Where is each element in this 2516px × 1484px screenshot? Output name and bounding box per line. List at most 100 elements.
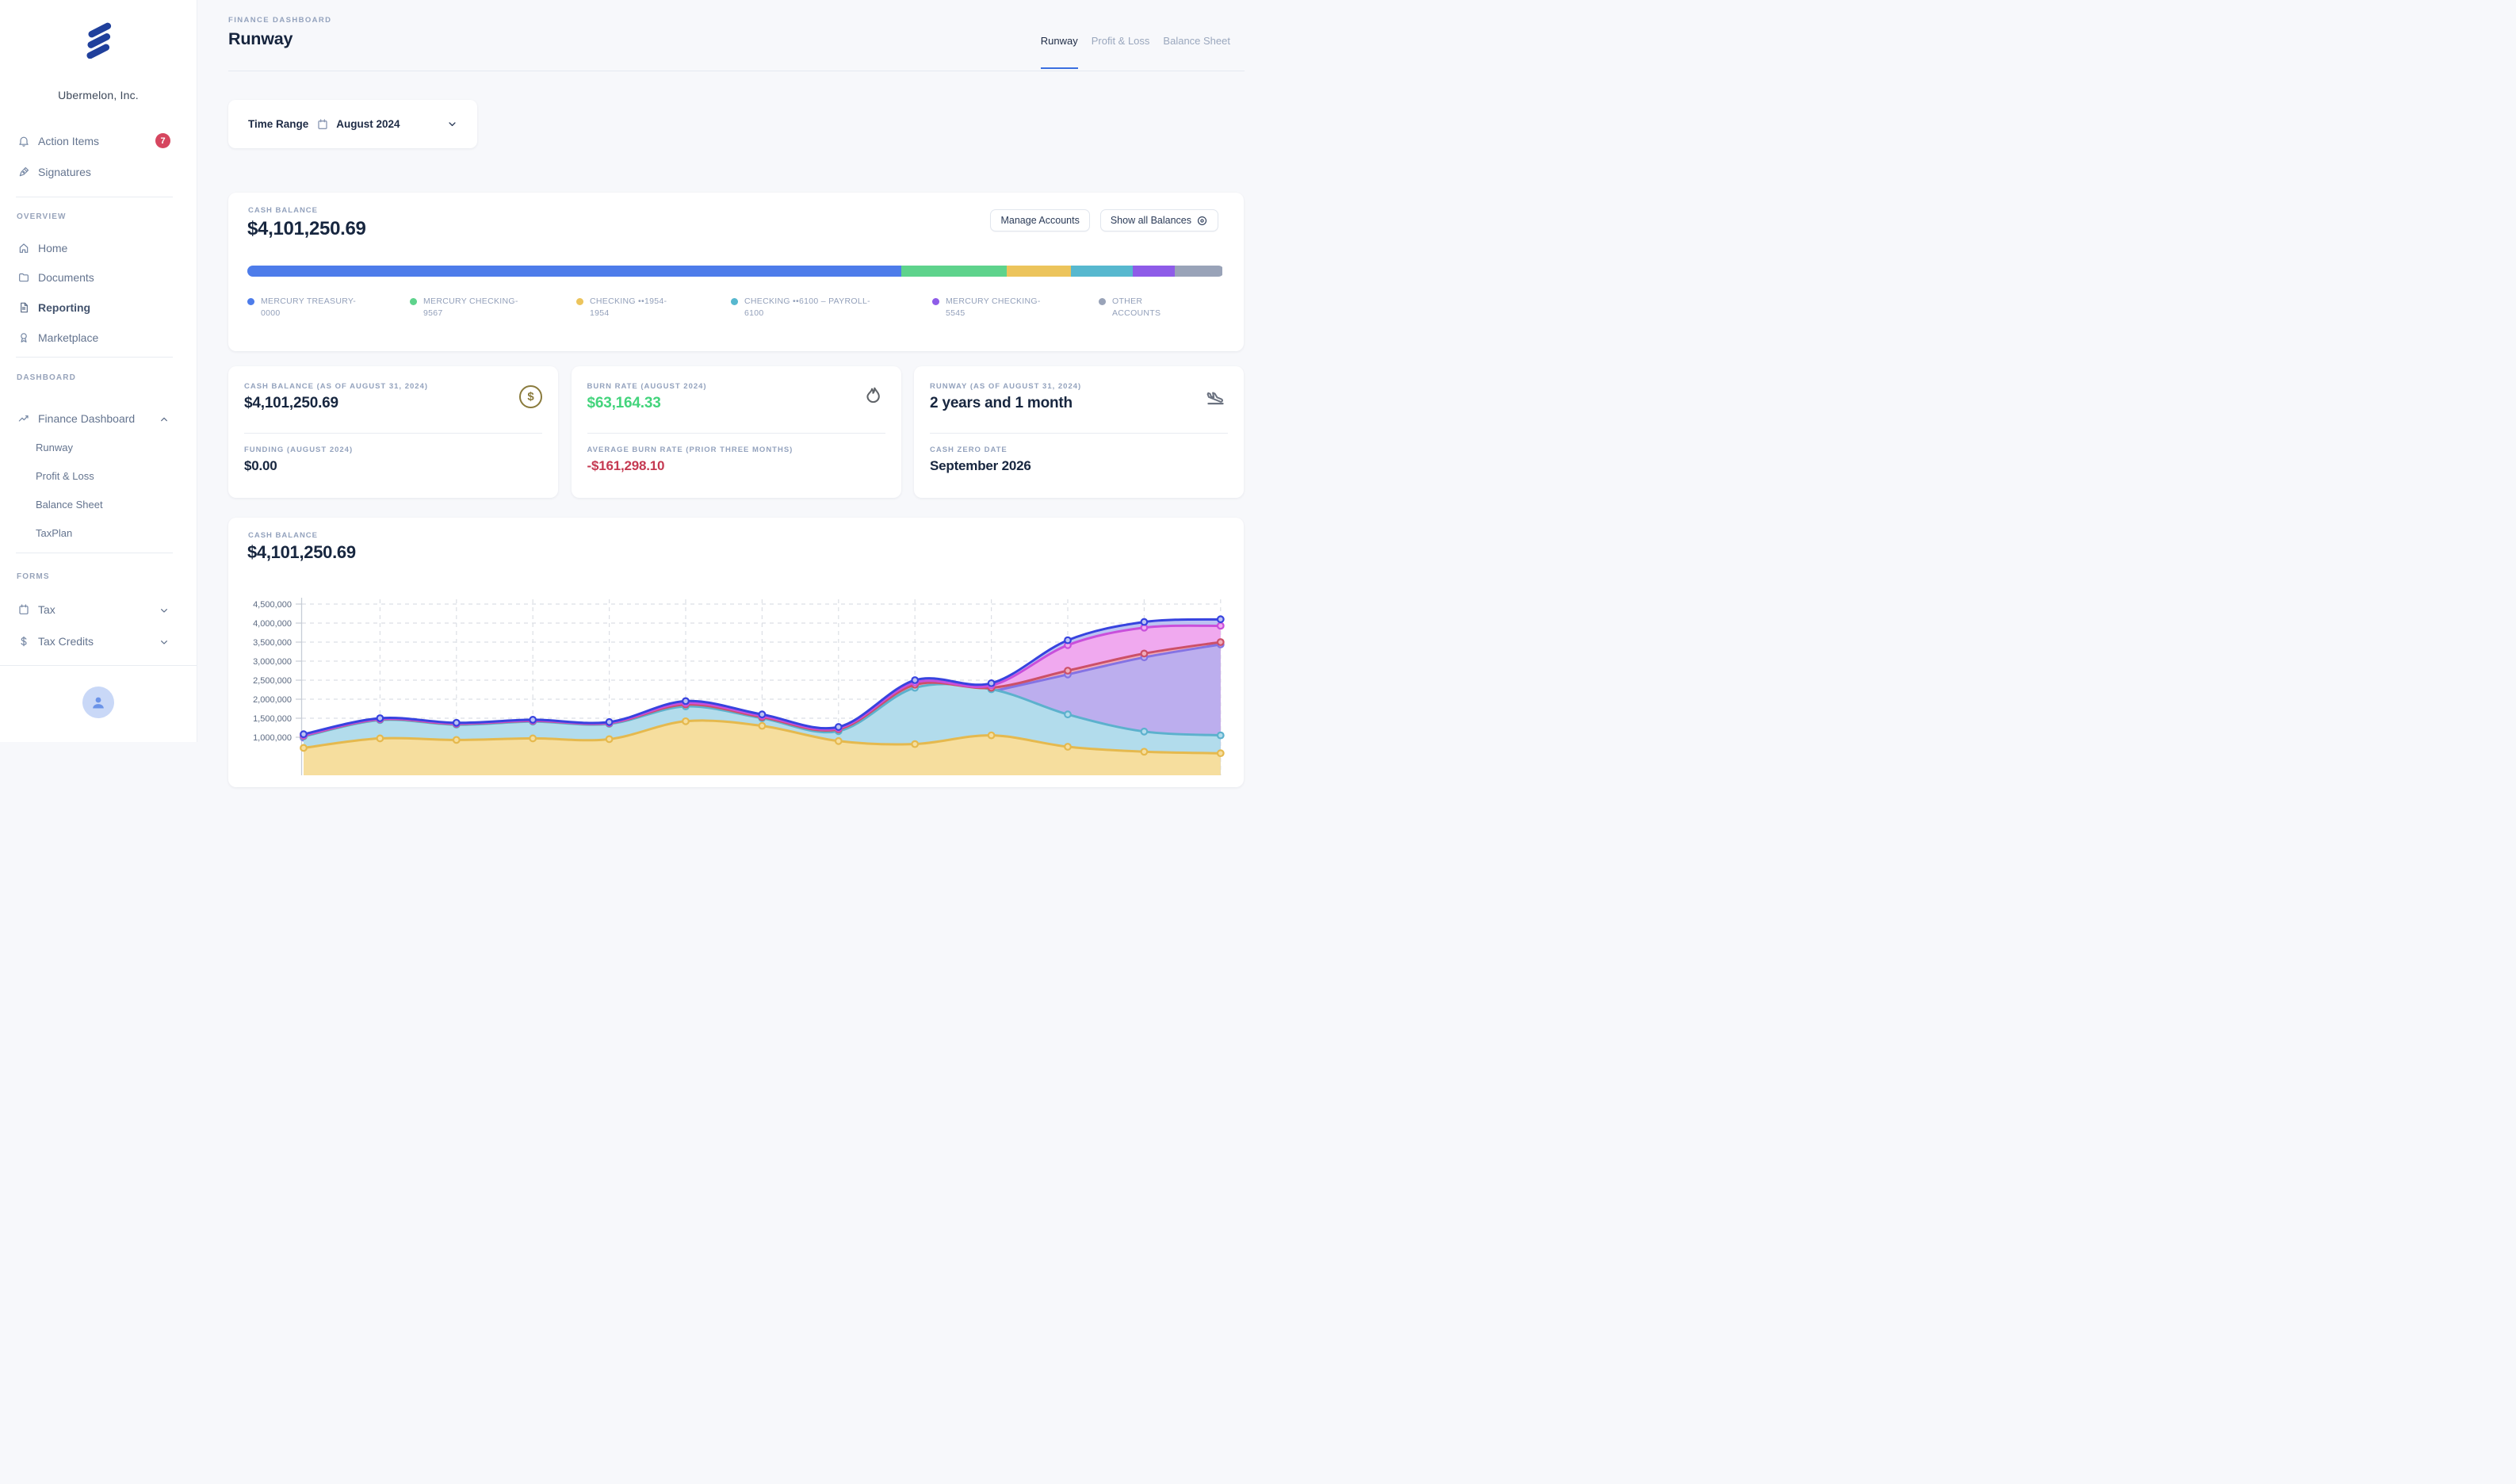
svg-text:3,000,000: 3,000,000 bbox=[253, 657, 292, 667]
tab-balance-sheet[interactable]: Balance Sheet bbox=[1163, 35, 1230, 69]
sidebar: Ubermelon, Inc. Action Items 7 Signatures O… bbox=[0, 0, 197, 742]
cash-balance-chart-card: CASH BALANCE $4,101,250.69 4,500,0004,00… bbox=[228, 518, 1244, 787]
card-divider bbox=[930, 433, 1228, 434]
sidebar-item-label: Signatures bbox=[38, 166, 91, 178]
metric-sublabel: CASH ZERO DATE bbox=[930, 446, 1008, 454]
time-range-selector[interactable]: Time Range August 2024 bbox=[228, 100, 477, 148]
sidebar-subitem-taxplan[interactable]: TaxPlan bbox=[0, 525, 197, 541]
eye-icon bbox=[1196, 215, 1208, 227]
metric-card-3: RUNWAY (AS OF AUGUST 31, 2024)2 years an… bbox=[914, 366, 1244, 498]
dollar-circle-icon: $ bbox=[519, 385, 541, 407]
sidebar-subitem-label: Runway bbox=[36, 442, 73, 453]
metric-label: BURN RATE (AUGUST 2024) bbox=[587, 382, 854, 391]
sidebar-item-action-items[interactable]: Action Items 7 bbox=[0, 132, 197, 151]
tab-profit-loss[interactable]: Profit & Loss bbox=[1092, 35, 1150, 69]
svg-text:3,500,000: 3,500,000 bbox=[253, 638, 292, 648]
metric-value: 2 years and 1 month bbox=[930, 395, 1073, 412]
bar-segment-5545 bbox=[1133, 266, 1175, 277]
bar-segment-6100 bbox=[1071, 266, 1134, 277]
company-name: Ubermelon, Inc. bbox=[0, 89, 197, 101]
calendar-icon bbox=[17, 603, 30, 616]
sidebar-divider bbox=[16, 357, 173, 358]
sidebar-item-tax[interactable]: Tax bbox=[0, 600, 197, 619]
sidebar-divider bbox=[0, 665, 197, 666]
chevron-down-icon bbox=[158, 636, 168, 646]
legend-label: CHECKING ••1954-1954 bbox=[590, 296, 667, 319]
logo-icon bbox=[79, 21, 117, 59]
metric-sublabel: FUNDING (AUGUST 2024) bbox=[244, 446, 353, 454]
sidebar-item-signatures[interactable]: Signatures bbox=[0, 163, 197, 182]
time-range-value: August 2024 bbox=[336, 118, 400, 130]
legend-label: MERCURY CHECKING-9567 bbox=[423, 296, 518, 319]
bell-icon bbox=[17, 135, 30, 147]
svg-text:2,500,000: 2,500,000 bbox=[253, 676, 292, 686]
legend-dot bbox=[932, 298, 939, 305]
sidebar-section-forms: FORMS bbox=[17, 572, 50, 581]
bar-segment-1954 bbox=[1007, 266, 1070, 277]
sidebar-item-marketplace[interactable]: Marketplace bbox=[0, 328, 197, 347]
metric-subvalue: September 2026 bbox=[930, 458, 1031, 474]
sidebar-item-home[interactable]: Home bbox=[0, 239, 197, 258]
cash-balance-area-chart: 4,500,0004,000,0003,500,0003,000,0002,50… bbox=[238, 587, 1238, 787]
chart-cash-balance-label: CASH BALANCE bbox=[248, 531, 318, 540]
time-range-label: Time Range bbox=[248, 118, 308, 130]
sidebar-item-label: Action Items bbox=[38, 135, 99, 147]
legend-dot bbox=[410, 298, 417, 305]
legend-dot bbox=[731, 298, 738, 305]
breadcrumb-eyebrow: FINANCE DASHBOARD bbox=[228, 16, 331, 25]
sidebar-subitem-label: Balance Sheet bbox=[36, 499, 103, 511]
legend-label: MERCURY TREASURY-0000 bbox=[261, 296, 356, 319]
svg-text:2,000,000: 2,000,000 bbox=[253, 695, 292, 705]
legend-label: OTHERACCOUNTS bbox=[1112, 296, 1160, 319]
main-content: FINANCE DASHBOARD Runway Runway Profit & … bbox=[197, 0, 1258, 742]
cash-balance-overview-card: CASH BALANCE $4,101,250.69 Manage Accoun… bbox=[228, 193, 1244, 351]
bar-segment-9567 bbox=[901, 266, 1007, 277]
flame-icon bbox=[862, 385, 884, 407]
manage-accounts-label: Manage Accounts bbox=[1000, 215, 1079, 226]
sidebar-subitem-profit-loss[interactable]: Profit & Loss bbox=[0, 468, 197, 484]
sidebar-subitem-runway[interactable]: Runway bbox=[0, 439, 197, 455]
action-items-badge: 7 bbox=[155, 133, 170, 148]
legend-dot bbox=[576, 298, 583, 305]
legend-item: MERCURY TREASURY-0000 bbox=[247, 296, 410, 319]
manage-accounts-button[interactable]: Manage Accounts bbox=[990, 209, 1089, 231]
show-all-balances-label: Show all Balances bbox=[1111, 215, 1191, 226]
chevron-down-icon bbox=[446, 118, 458, 130]
legend-label: CHECKING ••6100 – PAYROLL-6100 bbox=[744, 296, 870, 319]
metric-subvalue: $0.00 bbox=[244, 458, 277, 474]
ribbon-icon bbox=[17, 331, 30, 344]
sidebar-section-overview: OVERVIEW bbox=[17, 212, 67, 221]
sidebar-item-documents[interactable]: Documents bbox=[0, 268, 197, 287]
avatar[interactable] bbox=[82, 687, 114, 718]
card-divider bbox=[244, 433, 542, 434]
sidebar-item-label: Finance Dashboard bbox=[38, 412, 135, 425]
legend-item: CHECKING ••6100 – PAYROLL-6100 bbox=[731, 296, 932, 319]
metric-card-2: BURN RATE (AUGUST 2024)$63,164.33AVERAGE… bbox=[572, 366, 901, 498]
pen-nib-icon bbox=[17, 166, 30, 178]
show-all-balances-button[interactable]: Show all Balances bbox=[1100, 209, 1218, 231]
view-tabs: Runway Profit & Loss Balance Sheet bbox=[1041, 35, 1230, 69]
sidebar-item-label: Tax Credits bbox=[38, 635, 94, 648]
chart-cash-balance-amount: $4,101,250.69 bbox=[247, 542, 356, 563]
bar-segment-0000 bbox=[247, 266, 901, 277]
chevron-up-icon bbox=[158, 413, 168, 423]
metric-sublabel: AVERAGE BURN RATE (PRIOR THREE MONTHS) bbox=[587, 446, 793, 454]
sidebar-subitem-label: Profit & Loss bbox=[36, 470, 94, 482]
sidebar-item-finance-dashboard[interactable]: Finance Dashboard bbox=[0, 409, 197, 428]
metric-value: $4,101,250.69 bbox=[244, 395, 338, 412]
legend-item: CHECKING ••1954-1954 bbox=[576, 296, 731, 319]
sidebar-item-reporting[interactable]: Reporting bbox=[0, 298, 197, 317]
page-title: Runway bbox=[228, 29, 293, 49]
home-icon bbox=[17, 242, 30, 254]
chevron-down-icon bbox=[158, 604, 168, 614]
sidebar-item-tax-credits[interactable]: Tax Credits bbox=[0, 632, 197, 651]
sidebar-subitem-balance-sheet[interactable]: Balance Sheet bbox=[0, 496, 197, 512]
legend-dot bbox=[1099, 298, 1106, 305]
sidebar-subitem-label: TaxPlan bbox=[36, 527, 72, 539]
company-logo bbox=[0, 21, 197, 63]
legend-item: MERCURY CHECKING-5545 bbox=[932, 296, 1099, 319]
tab-runway[interactable]: Runway bbox=[1041, 35, 1078, 69]
card-divider bbox=[587, 433, 885, 434]
bar-segment-accounts bbox=[1175, 266, 1222, 277]
legend-label: MERCURY CHECKING-5545 bbox=[946, 296, 1041, 319]
